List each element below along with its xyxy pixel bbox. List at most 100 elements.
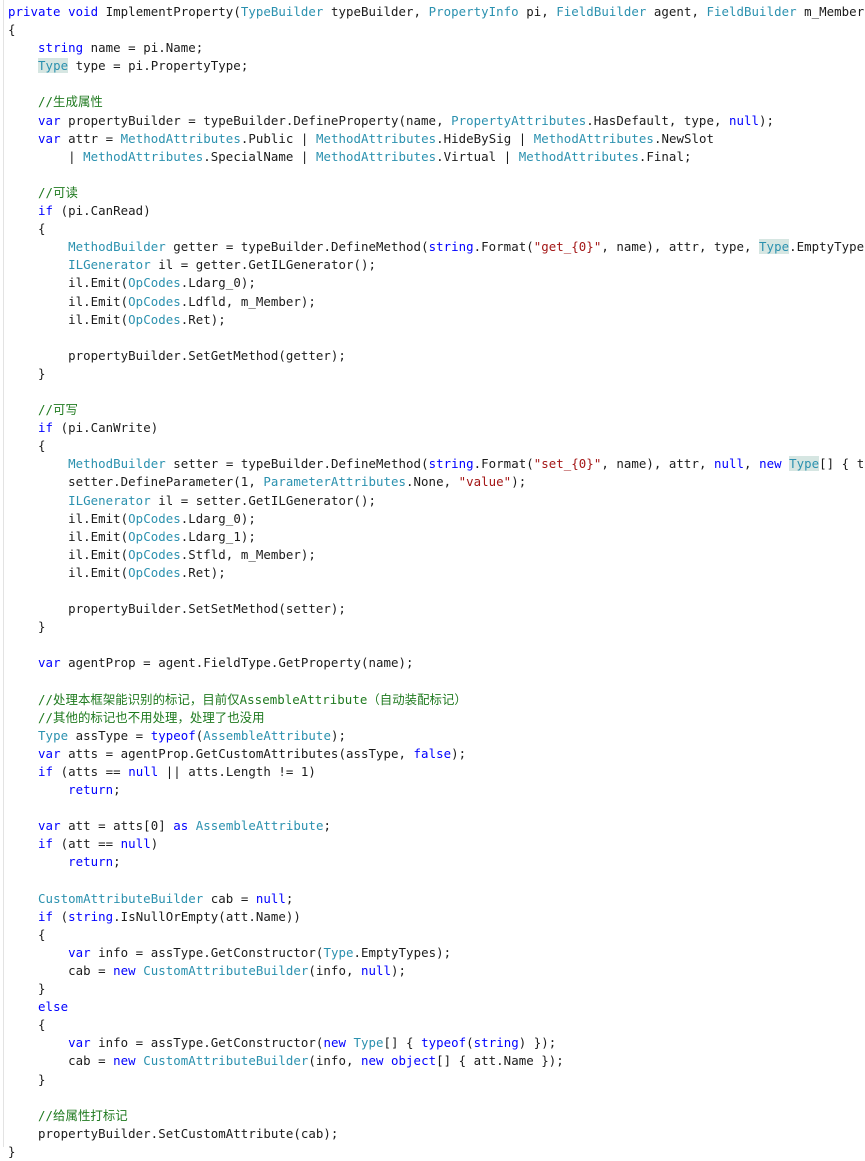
code-line[interactable]: var agentProp = agent.FieldType.GetPrope…	[0, 654, 865, 672]
code-line[interactable]: if (string.IsNullOrEmpty(att.Name))	[0, 908, 865, 926]
code-line[interactable]	[0, 75, 865, 93]
code-line[interactable]: //可写	[0, 401, 865, 419]
code-token: OpCodes	[128, 510, 181, 526]
code-line[interactable]: propertyBuilder.SetCustomAttribute(cab);	[0, 1125, 865, 1143]
code-line[interactable]: il.Emit(OpCodes.Ldfld, m_Member);	[0, 293, 865, 311]
code-line[interactable]: propertyBuilder.SetGetMethod(getter);	[0, 347, 865, 365]
code-token: {	[8, 438, 46, 454]
code-token: MethodAttributes	[518, 148, 639, 164]
code-line[interactable]: }	[0, 980, 865, 998]
code-line[interactable]: il.Emit(OpCodes.Ret);	[0, 311, 865, 329]
code-line[interactable]: var info = assType.GetConstructor(new Ty…	[0, 1034, 865, 1052]
code-line[interactable]: if (pi.CanWrite)	[0, 419, 865, 437]
code-token: null	[128, 763, 159, 779]
code-line[interactable]: if (atts == null || atts.Length != 1)	[0, 763, 865, 781]
code-line[interactable]: //生成属性	[0, 93, 865, 111]
code-line[interactable]: //给属性打标记	[0, 1107, 865, 1125]
code-line[interactable]: return;	[0, 781, 865, 799]
code-line[interactable]: CustomAttributeBuilder cab = null;	[0, 890, 865, 908]
code-token: if	[38, 908, 54, 924]
code-token: getter = typeBuilder.DefineMethod(	[165, 239, 429, 255]
code-token: null	[255, 890, 286, 906]
code-line[interactable]: il.Emit(OpCodes.Stfld, m_Member);	[0, 546, 865, 564]
code-token: string	[68, 908, 114, 924]
code-line[interactable]: Type type = pi.PropertyType;	[0, 57, 865, 75]
code-token: il.Emit(	[8, 564, 129, 580]
code-line[interactable]	[0, 329, 865, 347]
code-line[interactable]: {	[0, 220, 865, 238]
code-line[interactable]: ILGenerator il = setter.GetILGenerator()…	[0, 492, 865, 510]
code-line[interactable]: il.Emit(OpCodes.Ret);	[0, 564, 865, 582]
code-line[interactable]: {	[0, 437, 865, 455]
code-token: .Ret);	[180, 564, 226, 580]
code-line[interactable]: cab = new CustomAttributeBuilder(info, n…	[0, 1052, 865, 1070]
code-line[interactable]: }	[0, 1143, 865, 1161]
code-token: "value"	[458, 474, 512, 490]
code-line[interactable]	[0, 672, 865, 690]
code-line[interactable]: private void ImplementProperty(TypeBuild…	[0, 3, 865, 21]
code-line[interactable]: }	[0, 618, 865, 636]
code-line[interactable]: var atts = agentProp.GetCustomAttributes…	[0, 745, 865, 763]
code-token: (pi.CanRead)	[53, 203, 151, 219]
code-token: {	[8, 1017, 46, 1033]
code-line[interactable]: //其他的标记也不用处理，处理了也没用	[0, 709, 865, 727]
code-token: .Virtual |	[436, 148, 519, 164]
code-line[interactable]: }	[0, 1071, 865, 1089]
code-line[interactable]: MethodBuilder getter = typeBuilder.Defin…	[0, 238, 865, 256]
code-token: var	[38, 745, 61, 761]
code-line[interactable]	[0, 872, 865, 890]
code-line[interactable]: //可读	[0, 184, 865, 202]
code-token: string	[38, 40, 84, 56]
code-line[interactable]: {	[0, 21, 865, 39]
code-token: {	[8, 926, 46, 942]
code-line[interactable]: il.Emit(OpCodes.Ldarg_0);	[0, 274, 865, 292]
code-line[interactable]: cab = new CustomAttributeBuilder(info, n…	[0, 962, 865, 980]
code-line[interactable]: ILGenerator il = getter.GetILGenerator()…	[0, 256, 865, 274]
code-token: cab =	[8, 1053, 114, 1069]
code-token: .NewSlot	[653, 130, 715, 146]
code-line[interactable]: il.Emit(OpCodes.Ldarg_1);	[0, 528, 865, 546]
code-line[interactable]	[0, 582, 865, 600]
code-line[interactable]: | MethodAttributes.SpecialName | MethodA…	[0, 148, 865, 166]
code-token: (info,	[308, 1053, 361, 1069]
code-token: typeof	[421, 1035, 467, 1051]
code-token: if	[38, 203, 54, 219]
code-listing[interactable]: private void ImplementProperty(TypeBuild…	[0, 3, 865, 1161]
code-line[interactable]: if (pi.CanRead)	[0, 202, 865, 220]
code-token: var	[38, 818, 61, 834]
code-line[interactable]: {	[0, 1016, 865, 1034]
code-token: CustomAttributeBuilder	[143, 1053, 309, 1069]
code-token: il = setter.GetILGenerator();	[150, 492, 376, 508]
code-token: if	[38, 763, 54, 779]
code-line[interactable]	[0, 383, 865, 401]
code-line[interactable]	[0, 636, 865, 654]
code-token: .Final;	[638, 148, 692, 164]
code-line[interactable]: //处理本框架能识别的标记，目前仅AssembleAttribute（自动装配标…	[0, 691, 865, 709]
code-line[interactable]: {	[0, 926, 865, 944]
code-token: Type	[353, 1035, 384, 1051]
code-line[interactable]: MethodBuilder setter = typeBuilder.Defin…	[0, 455, 865, 473]
code-line[interactable]: var propertyBuilder = typeBuilder.Define…	[0, 112, 865, 130]
code-line[interactable]: var att = atts[0] as AssembleAttribute;	[0, 817, 865, 835]
code-token: var	[68, 1035, 91, 1051]
code-line[interactable]: string name = pi.Name;	[0, 39, 865, 57]
code-line[interactable]: if (att == null)	[0, 835, 865, 853]
code-token: else	[38, 999, 69, 1015]
code-line[interactable]: propertyBuilder.SetSetMethod(setter);	[0, 600, 865, 618]
code-token: Type	[38, 58, 69, 74]
code-line[interactable]: }	[0, 365, 865, 383]
code-line[interactable]	[0, 166, 865, 184]
code-line[interactable]: il.Emit(OpCodes.Ldarg_0);	[0, 510, 865, 528]
code-line[interactable]: else	[0, 998, 865, 1016]
code-line[interactable]: var attr = MethodAttributes.Public | Met…	[0, 130, 865, 148]
code-line[interactable]: return;	[0, 853, 865, 871]
code-line[interactable]	[0, 799, 865, 817]
code-line[interactable]: Type assType = typeof(AssembleAttribute)…	[0, 727, 865, 745]
code-token: //其他的标记也不用处理，处理了也没用	[8, 709, 265, 725]
code-line[interactable]	[0, 1089, 865, 1107]
code-line[interactable]: var info = assType.GetConstructor(Type.E…	[0, 944, 865, 962]
code-line[interactable]: setter.DefineParameter(1, ParameterAttri…	[0, 473, 865, 491]
